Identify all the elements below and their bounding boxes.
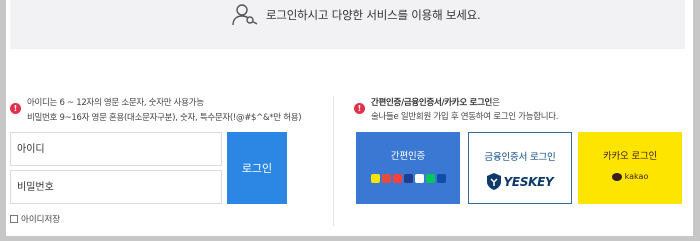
kakao-logo: kakao bbox=[611, 172, 649, 181]
speech-bubble-icon bbox=[611, 172, 622, 181]
login-button[interactable]: 로그인 bbox=[227, 132, 287, 204]
save-id-checkbox[interactable] bbox=[10, 215, 18, 223]
alert-icon: ! bbox=[354, 103, 365, 114]
id-input[interactable] bbox=[11, 133, 221, 165]
auth-provider-icons bbox=[370, 174, 446, 183]
cert-login-info: ! 간편인증/금융인증서/카카오 로그인은 술나들e 일반회원 가입 후 연동하… bbox=[354, 96, 684, 124]
id-login-section: ! 아이디는 6 ~ 12자의 영문 소문자, 숫자만 사용가능 비밀번호 9~… bbox=[10, 96, 325, 225]
financial-cert-button[interactable]: 금융인증서 로그인 YESKEY bbox=[468, 132, 572, 204]
cert-notice-title: 간편인증/금융인증서/카카오 로그인 bbox=[371, 98, 493, 108]
login-form: 로그인 bbox=[10, 132, 287, 204]
financial-cert-label: 금융인증서 로그인 bbox=[484, 152, 556, 163]
save-id-label: 아이디저장 bbox=[21, 215, 61, 225]
cert-notice-text: 술나들e 일반회원 가입 후 연동하여 로그인 가능합니다. bbox=[371, 112, 559, 122]
pass-provider-icon bbox=[381, 174, 391, 183]
welcome-banner: 로그인하시고 다양한 서비스를 이용해 보세요. bbox=[10, 0, 685, 49]
naver-provider-icon bbox=[425, 174, 435, 183]
kakao-provider-icon bbox=[370, 174, 380, 183]
toss-provider-icon bbox=[414, 174, 424, 183]
cert-login-notice: 간편인증/금융인증서/카카오 로그인은 술나들e 일반회원 가입 후 연동하여 … bbox=[371, 96, 558, 124]
id-rule-text: 아이디는 6 ~ 12자의 영문 소문자, 숫자만 사용가능 bbox=[27, 98, 204, 108]
alert-icon: ! bbox=[10, 103, 21, 114]
password-field bbox=[10, 170, 222, 204]
welcome-message: 로그인하시고 다양한 서비스를 이용해 보세요. bbox=[232, 3, 481, 27]
section-divider bbox=[333, 96, 334, 226]
cert-login-options: 간편인증 금융인증서 로그인 YESKEY 카카오 로그인 kakao bbox=[356, 132, 682, 204]
simple-auth-button[interactable]: 간편인증 bbox=[356, 132, 460, 204]
yeskey-logo: YESKEY bbox=[486, 173, 554, 190]
cert-login-section: ! 간편인증/금융인증서/카카오 로그인은 술나들e 일반회원 가입 후 연동하… bbox=[354, 96, 684, 204]
save-id-option[interactable]: 아이디저장 bbox=[10, 213, 60, 225]
simple-auth-label: 간편인증 bbox=[390, 151, 426, 162]
password-rule-text: 비밀번호 9~16자 영문 혼용(대소문자구분), 숫자, 특수문자(!@#$^… bbox=[27, 113, 302, 123]
login-page: 로그인하시고 다양한 서비스를 이용해 보세요. ! 아이디는 6 ~ 12자의… bbox=[6, 0, 693, 236]
kakao-brand: kakao bbox=[624, 172, 649, 181]
payco-provider-icon bbox=[392, 174, 402, 183]
shield-icon bbox=[486, 173, 501, 190]
user-key-icon bbox=[232, 4, 258, 26]
shinhan-provider-icon bbox=[436, 174, 446, 183]
id-field bbox=[10, 132, 222, 166]
cert-notice-title-line: 간편인증/금융인증서/카카오 로그인은 bbox=[371, 96, 558, 110]
kakao-login-label: 카카오 로그인 bbox=[602, 151, 658, 162]
samsung-provider-icon bbox=[403, 174, 413, 183]
cert-notice-title-suffix: 은 bbox=[492, 98, 500, 108]
password-input[interactable] bbox=[11, 171, 221, 203]
id-login-info: ! 아이디는 6 ~ 12자의 영문 소문자, 숫자만 사용가능 비밀번호 9~… bbox=[10, 96, 325, 126]
id-login-rules: 아이디는 6 ~ 12자의 영문 소문자, 숫자만 사용가능 비밀번호 9~16… bbox=[27, 96, 302, 126]
welcome-text: 로그인하시고 다양한 서비스를 이용해 보세요. bbox=[266, 8, 481, 22]
yeskey-brand: YESKEY bbox=[503, 174, 554, 189]
kakao-login-button[interactable]: 카카오 로그인 kakao bbox=[578, 132, 682, 204]
